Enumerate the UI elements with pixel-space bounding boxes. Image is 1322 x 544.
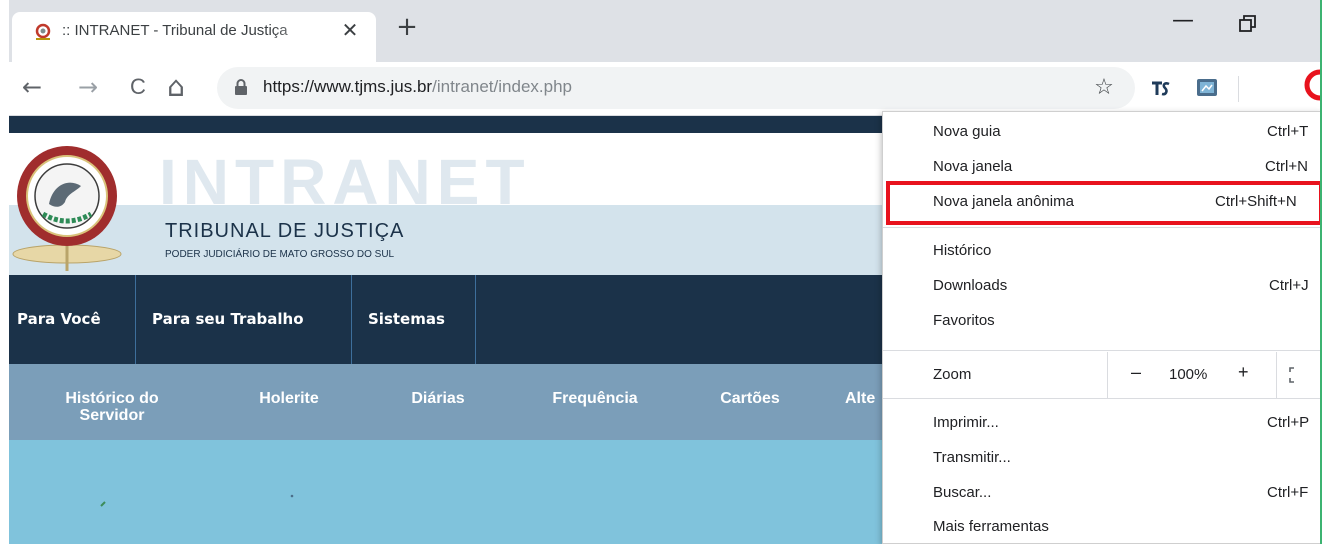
menu-item-label: Nova janela — [933, 158, 1013, 175]
url-text[interactable]: https://www.tjms.jus.br/intranet/index.p… — [263, 77, 572, 97]
menu-item-buscar[interactable]: Buscar... Ctrl+F — [883, 478, 1322, 512]
forward-button[interactable]: → — [71, 70, 105, 104]
zoom-divider — [1107, 352, 1108, 398]
tj-favicon-icon — [35, 23, 51, 40]
tribunal-seal-logo[interactable] — [9, 136, 124, 274]
menu-zoom-row: Zoom – 100% + — [883, 352, 1322, 398]
back-button[interactable]: ← — [15, 70, 49, 104]
minimize-window-button[interactable]: — — [1169, 10, 1197, 38]
subnav-holerite[interactable]: Holerite — [249, 390, 329, 407]
menu-item-label: Downloads — [933, 277, 1008, 294]
address-bar[interactable]: https://www.tjms.jus.br/intranet/index.p… — [217, 67, 1135, 109]
menu-item-label: Transmitir... — [933, 449, 1011, 466]
menu-separator — [883, 350, 1322, 351]
menu-item-label: Favoritos — [933, 312, 995, 329]
extension-screen-icon[interactable] — [1195, 76, 1219, 100]
screen-left-edge — [0, 0, 9, 544]
nav-separator — [475, 275, 476, 364]
menu-item-shortcut: Ctrl+N — [1265, 158, 1308, 175]
nav-para-seu-trabalho[interactable]: Para seu Trabalho — [152, 275, 304, 364]
subnav-label: Cartões — [720, 390, 780, 407]
content-decoration — [100, 494, 294, 507]
subnav-cartoes[interactable]: Cartões — [715, 390, 785, 407]
menu-item-favoritos[interactable]: Favoritos — [883, 306, 1322, 340]
reload-button[interactable]: C — [121, 70, 155, 104]
menu-item-shortcut: Ctrl+F — [1267, 484, 1309, 501]
menu-item-shortcut: Ctrl+J — [1269, 277, 1309, 294]
menu-item-shortcut: Ctrl+T — [1267, 123, 1309, 140]
fullscreen-icon[interactable] — [1288, 366, 1304, 384]
menu-item-shortcut: Ctrl+P — [1267, 414, 1310, 431]
new-tab-button[interactable]: + — [393, 14, 421, 42]
menu-item-nova-guia[interactable]: Nova guia Ctrl+T — [883, 117, 1322, 151]
intranet-heading: INTRANET — [159, 146, 531, 218]
nav-separator — [135, 275, 136, 364]
org-title: TRIBUNAL DE JUSTIÇA — [165, 220, 405, 242]
menu-item-label: Histórico — [933, 242, 992, 259]
menu-item-historico[interactable]: Histórico — [883, 236, 1322, 270]
subnav-historico-servidor[interactable]: Histórico do Servidor — [57, 390, 167, 424]
nav-sistemas[interactable]: Sistemas — [368, 275, 445, 364]
menu-item-mais-ferramentas[interactable]: Mais ferramentas — [883, 512, 1322, 544]
menu-item-label: Nova guia — [933, 123, 1001, 140]
url-host: https://www.tjms.jus.br — [263, 77, 433, 96]
browser-toolbar: ← → C ⌂ https://www.tjms.jus.br/intranet… — [9, 62, 1322, 116]
menu-separator — [883, 227, 1322, 228]
toolbar-separator — [1238, 76, 1239, 102]
menu-item-label: Buscar... — [933, 484, 992, 501]
subnav-frequencia[interactable]: Frequência — [545, 390, 645, 407]
tab-intranet[interactable]: :: INTRANET - Tribunal de Justiça ✕ — [12, 12, 376, 62]
nav-separator — [351, 275, 352, 364]
home-button[interactable]: ⌂ — [159, 70, 193, 104]
subnav-label: Alte — [845, 390, 876, 407]
chrome-main-menu: Nova guia Ctrl+T Nova janela Ctrl+N Nova… — [882, 111, 1322, 544]
chrome-menu-button[interactable] — [1300, 62, 1322, 110]
bookmark-star-icon[interactable]: ☆ — [1091, 75, 1117, 101]
restore-window-icon[interactable] — [1234, 10, 1262, 38]
tab-strip: :: INTRANET - Tribunal de Justiça ✕ + — — [9, 0, 1322, 62]
menu-item-label: Imprimir... — [933, 414, 999, 431]
tab-title-fade — [272, 20, 332, 46]
menu-item-imprimir[interactable]: Imprimir... Ctrl+P — [883, 408, 1322, 442]
tab-close-icon[interactable]: ✕ — [338, 18, 362, 42]
org-subtitle: PODER JUDICIÁRIO DE MATO GROSSO DO SUL — [165, 249, 395, 260]
highlight-annotation-box — [886, 181, 1322, 225]
zoom-level: 100% — [1169, 366, 1208, 383]
nav-para-voce[interactable]: Para Você — [17, 275, 101, 364]
subnav-diarias[interactable]: Diárias — [403, 390, 473, 407]
zoom-in-button[interactable]: + — [1238, 362, 1249, 383]
menu-item-label: Mais ferramentas — [933, 518, 1049, 535]
subnav-label: Holerite — [259, 390, 319, 407]
zoom-out-button[interactable]: – — [1131, 362, 1141, 383]
zoom-label: Zoom — [933, 366, 972, 383]
subnav-label: Diárias — [411, 390, 465, 407]
subnav-label: Frequência — [552, 390, 638, 407]
url-path: /intranet/index.php — [432, 77, 572, 96]
subnav-label-line1: Histórico do — [65, 390, 159, 407]
subnav-label-line2: Servidor — [79, 407, 145, 424]
lock-icon[interactable] — [231, 77, 251, 97]
browser-window: :: INTRANET - Tribunal de Justiça ✕ + — … — [9, 0, 1322, 544]
extension-ts-icon[interactable] — [1149, 77, 1173, 101]
zoom-divider — [1276, 352, 1277, 398]
subnav-alte[interactable]: Alte — [845, 390, 885, 407]
menu-item-transmitir[interactable]: Transmitir... — [883, 443, 1322, 477]
menu-item-downloads[interactable]: Downloads Ctrl+J — [883, 271, 1322, 305]
menu-separator — [883, 398, 1322, 399]
